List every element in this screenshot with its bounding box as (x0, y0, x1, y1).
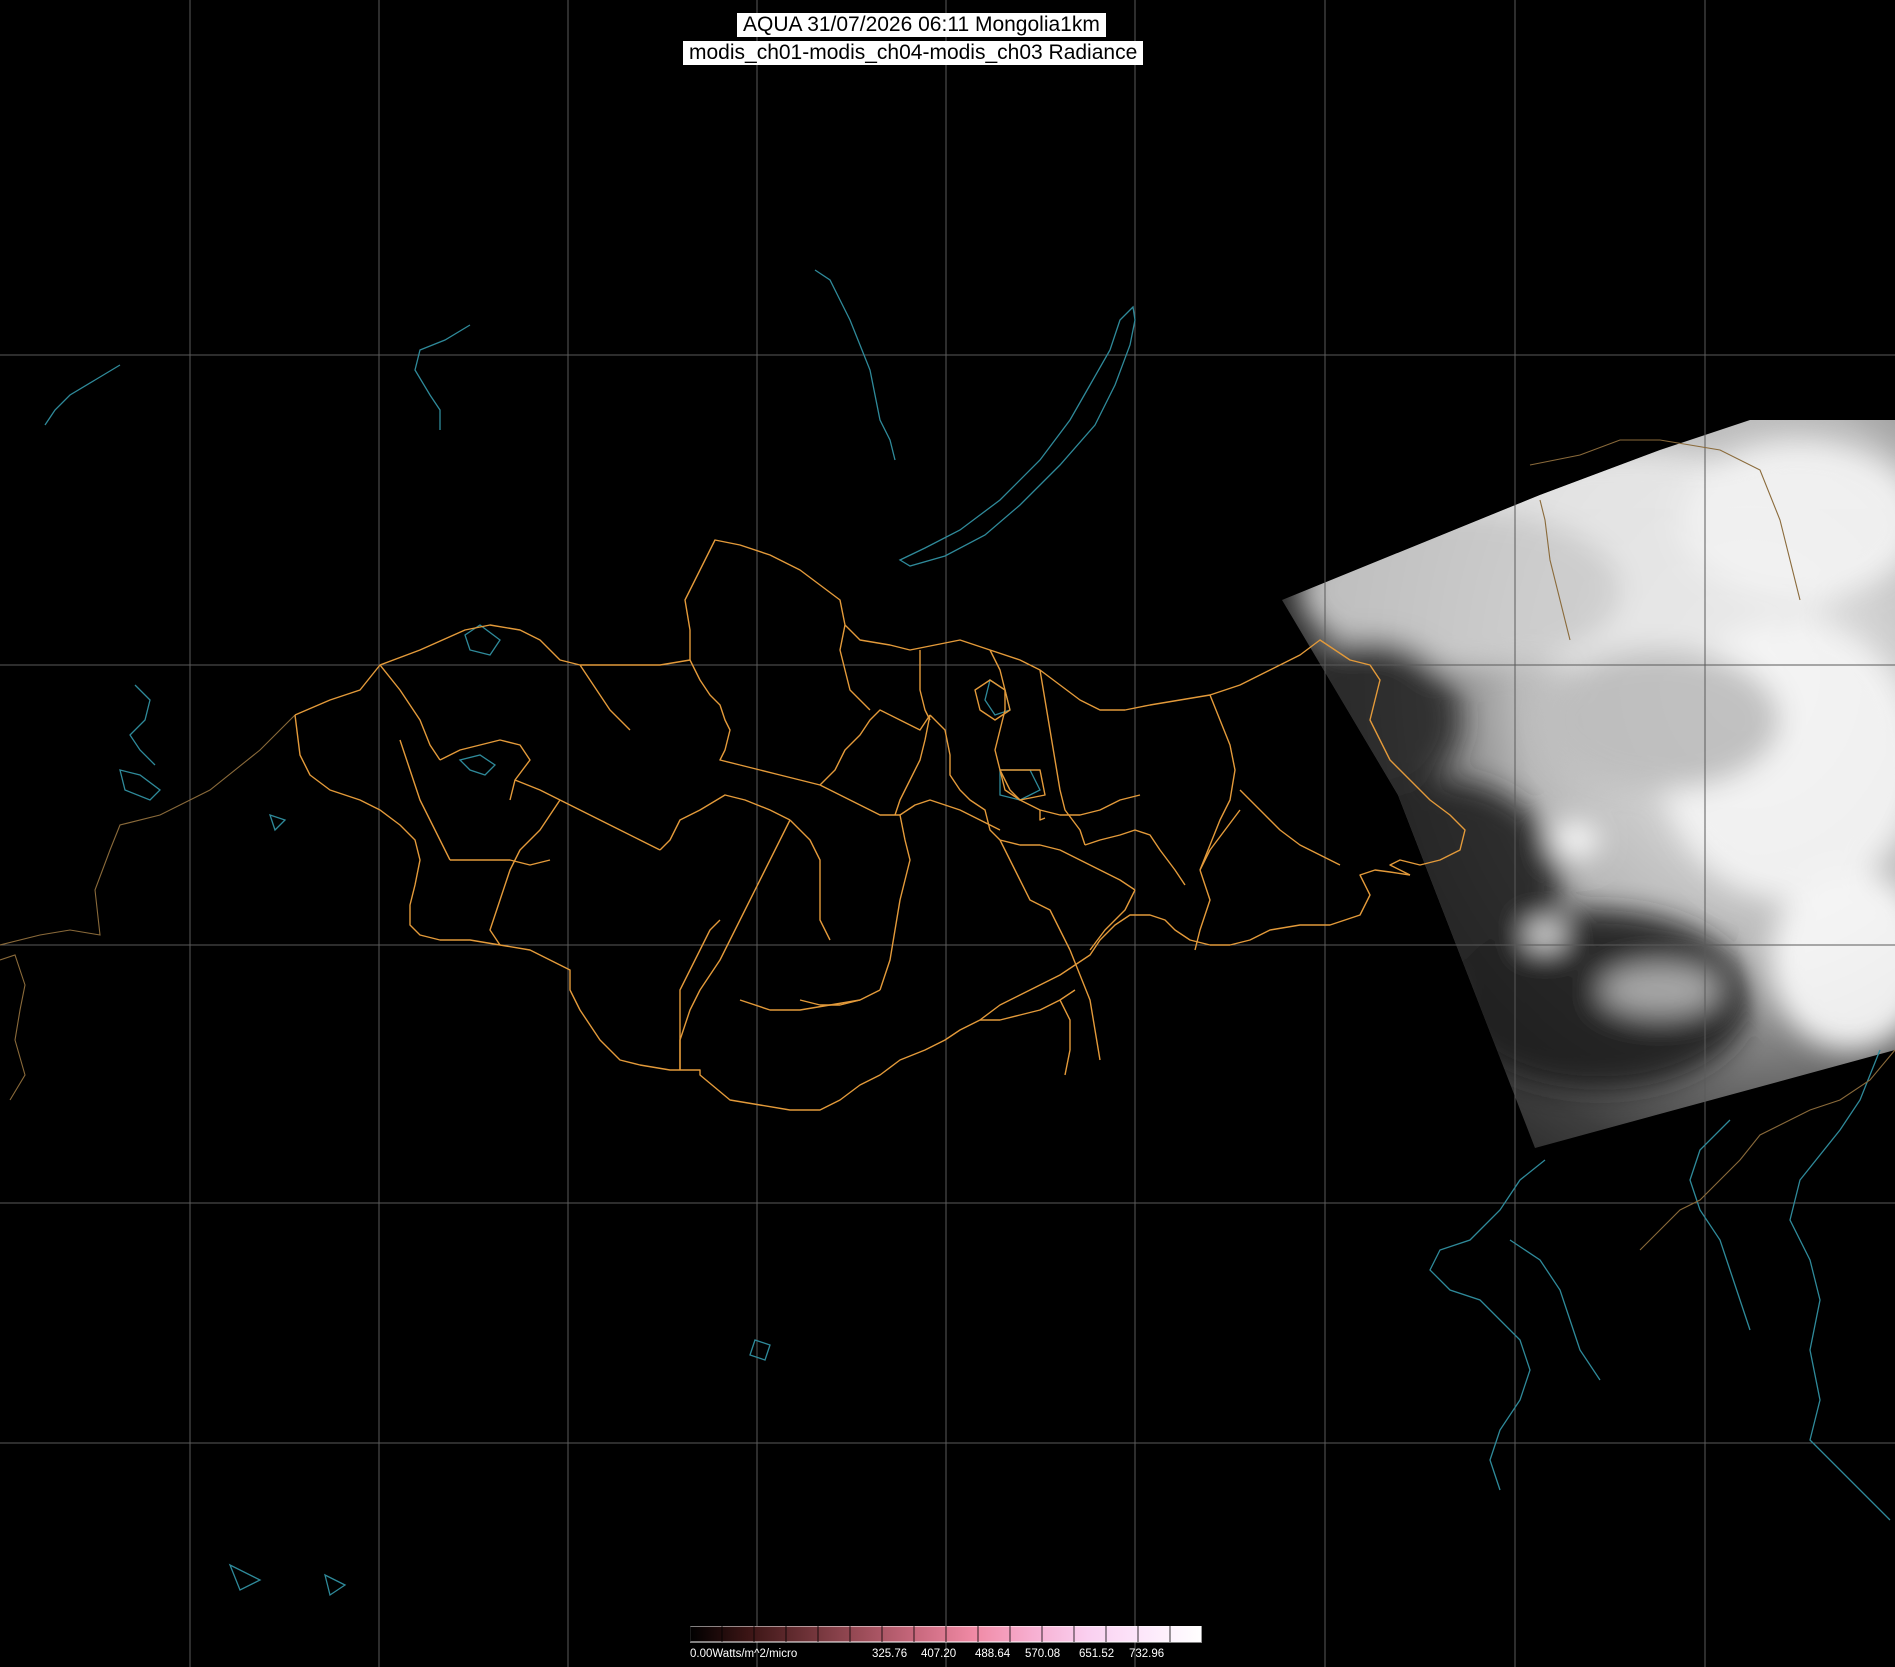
satellite-map (0, 0, 1895, 1667)
colorbar-legend: 0.00Watts/m^2/micro 325.76 407.20 488.64… (690, 1624, 1202, 1667)
map-title-line2: modis_ch01-modis_ch04-modis_ch03 Radianc… (683, 41, 1144, 65)
colorbar-tick-label: 488.64 (975, 1648, 1011, 1660)
colorbar-gradient (690, 1626, 1202, 1643)
colorbar-tick-label: 732.96 (1129, 1648, 1165, 1660)
colorbar-tick-label: 651.52 (1079, 1648, 1115, 1660)
map-title-line1: AQUA 31/07/2026 06:11 Mongolia1km (737, 13, 1106, 37)
colorbar-tick-label: 570.08 (1025, 1648, 1061, 1660)
colorbar-tick-label: 407.20 (921, 1648, 957, 1660)
colorbar-min-label: 0.00Watts/m^2/micro (690, 1648, 798, 1660)
colorbar-tick-label: 325.76 (872, 1648, 908, 1660)
